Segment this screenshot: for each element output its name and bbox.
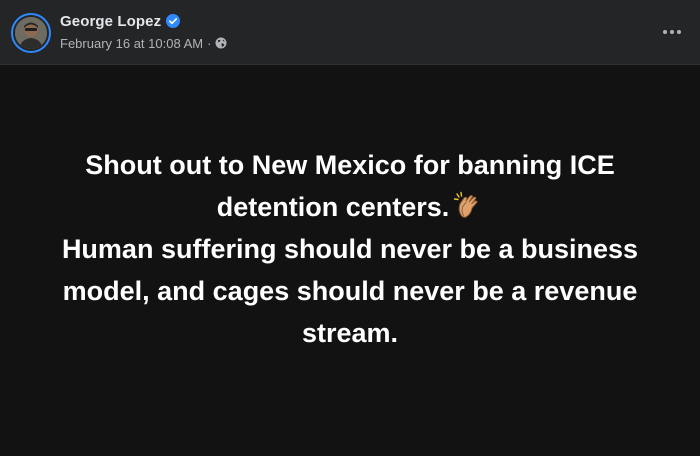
post-text-line: model, and cages should never be a reven… (62, 276, 638, 306)
post-meta: February 16 at 10:08 AM · (60, 34, 227, 52)
post-text-line: Shout out to New Mexico for banning ICE (85, 150, 615, 180)
more-options-icon (663, 30, 667, 34)
more-options-button[interactable] (658, 20, 686, 44)
post-text-segment: detention centers. (216, 192, 450, 222)
post-header: George Lopez February 16 at 10:08 AM · (0, 0, 700, 65)
post-timestamp[interactable]: February 16 at 10:08 AM (60, 36, 203, 51)
avatar[interactable] (11, 13, 51, 53)
author-line: George Lopez (60, 11, 181, 31)
clapping-hands-icon (453, 191, 483, 221)
more-options-icon (670, 30, 674, 34)
post-text: Shout out to New Mexico for banning ICE … (30, 144, 670, 354)
more-options-icon (677, 30, 681, 34)
post-body: Shout out to New Mexico for banning ICE … (0, 65, 700, 456)
meta-separator: · (207, 35, 212, 51)
post-card: George Lopez February 16 at 10:08 AM · S… (0, 0, 700, 456)
post-text-line-with-emoji: detention centers. (30, 186, 670, 228)
author-name[interactable]: George Lopez (60, 13, 161, 30)
post-text-line: stream. (301, 318, 399, 348)
verified-badge-icon (166, 14, 181, 28)
globe-icon[interactable] (215, 37, 227, 49)
person-photo-icon (15, 17, 47, 49)
post-text-line: Human suffering should never be a busine… (61, 234, 639, 264)
profile-photo (15, 17, 47, 49)
